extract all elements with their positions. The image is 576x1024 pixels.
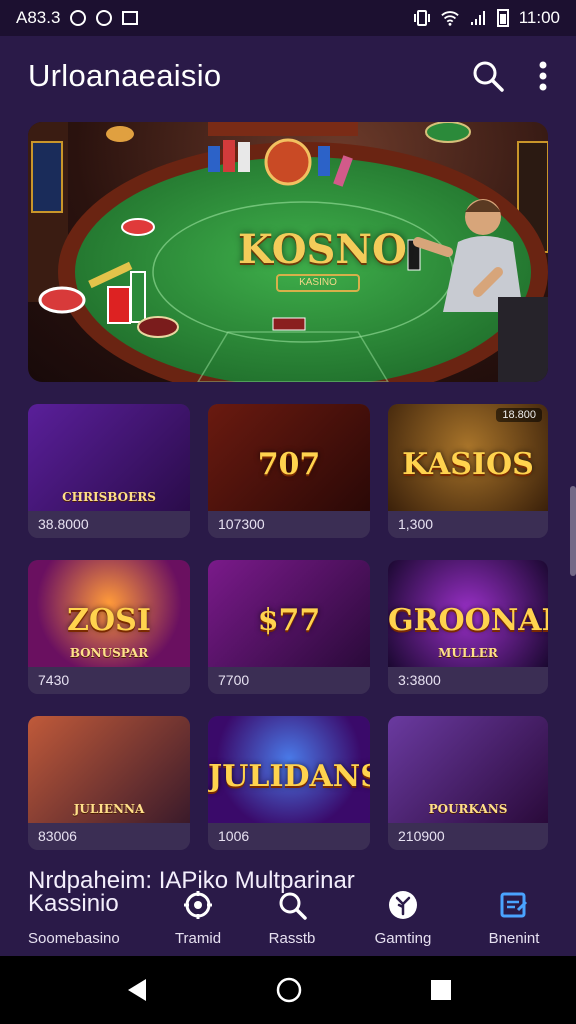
game-footer-value: 3:3800: [388, 667, 548, 694]
game-badge: 18.800: [496, 408, 542, 422]
compass-icon: [96, 10, 113, 26]
system-nav-bar: [0, 956, 576, 1024]
game-footer-value: 7700: [208, 667, 370, 694]
sprout-icon: [389, 891, 417, 919]
game-footer-value: 38.8000: [28, 511, 190, 538]
chip-icon: [184, 891, 212, 919]
edit-icon: [500, 892, 528, 918]
game-footer-value: 7430: [28, 667, 190, 694]
search-icon[interactable]: [472, 60, 504, 92]
game-subtitle: CHRISBOERS: [62, 490, 156, 504]
game-card[interactable]: GROONAK MULLER 3:3800: [388, 560, 548, 694]
game-title: KASIOS: [402, 447, 534, 482]
app-actions: [472, 60, 548, 92]
scrollbar[interactable]: [570, 486, 576, 576]
game-card[interactable]: JULIDANS 1006: [208, 716, 370, 850]
status-bar: A83.3 11:00: [0, 0, 576, 36]
game-card[interactable]: CHRISBOERS 38.8000: [28, 404, 190, 538]
game-grid: CHRISBOERS 38.8000 707 107300 KASIOS 18.800 1,…: [28, 404, 548, 850]
game-footer-value: 83006: [28, 823, 190, 850]
more-vert-icon[interactable]: [538, 60, 548, 92]
vibrate-icon: [413, 10, 430, 26]
game-card[interactable]: ZOSI BONUSPAR 7430: [28, 560, 190, 694]
status-right: 11:00: [413, 8, 560, 28]
game-footer-value: 1006: [208, 823, 370, 850]
hero-banner[interactable]: KOSNO KASINO: [28, 122, 548, 382]
home-icon[interactable]: [275, 976, 303, 1004]
game-title: $77: [257, 603, 321, 638]
app-title: Urloanaeaisio: [28, 58, 222, 93]
game-card[interactable]: JULIENNA 83006: [28, 716, 190, 850]
game-title: JULIDANS: [208, 759, 370, 794]
game-title: 707: [257, 447, 321, 482]
recents-icon[interactable]: [430, 979, 452, 1001]
wifi-icon: [440, 11, 459, 26]
back-icon[interactable]: [124, 977, 148, 1003]
game-title: ZOSI: [67, 603, 151, 638]
game-card[interactable]: $77 7700: [208, 560, 370, 694]
search-icon: [279, 892, 307, 920]
game-footer-value: 1,300: [388, 511, 548, 538]
app-bar: Urloanaeaisio: [0, 36, 576, 116]
nav-label-bnenint: Bnenint: [488, 930, 540, 947]
game-card[interactable]: POURKANS 210900: [388, 716, 548, 850]
hero-sub-text: KASINO: [276, 274, 360, 292]
game-subtitle: MULLER: [438, 646, 498, 660]
image-icon: [122, 11, 139, 25]
game-title: GROONAK: [388, 603, 548, 638]
game-card[interactable]: KASIOS 18.800 1,300: [388, 404, 548, 538]
game-card[interactable]: 707 107300: [208, 404, 370, 538]
battery-icon: [496, 9, 509, 27]
nav-item-bnenint[interactable]: Bnenint: [444, 890, 576, 947]
game-footer-value: 107300: [208, 511, 370, 538]
status-text: A83.3: [16, 8, 61, 27]
status-time: 11:00: [518, 8, 560, 27]
status-left: A83.3: [16, 8, 139, 28]
signal-icon: [470, 11, 485, 25]
game-subtitle: JULIENNA: [73, 802, 145, 816]
game-footer-value: 210900: [388, 823, 548, 850]
game-subtitle: POURKANS: [428, 802, 508, 816]
record-icon: [70, 10, 87, 26]
bottom-nav: Kassinio Soomebasino Tramid Rasstb Gamti…: [0, 890, 576, 956]
hero-logo-text: KOSNO: [238, 226, 407, 273]
game-subtitle: BONUSPAR: [69, 646, 149, 660]
